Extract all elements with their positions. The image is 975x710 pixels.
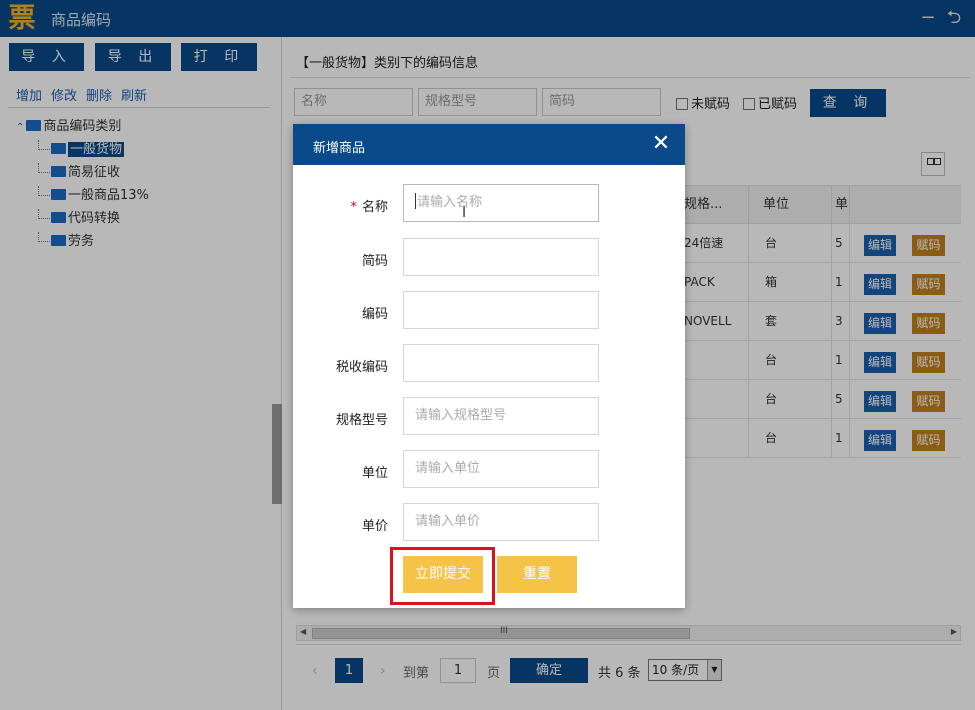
name-input[interactable]: 请输入名称 I (403, 184, 599, 222)
tax-code-input[interactable] (403, 344, 599, 382)
dialog-title: 新增商品 (313, 141, 366, 156)
code-label: 编码 (361, 307, 388, 322)
name-label-text: 名称 (361, 200, 388, 215)
short-code-label: 简码 (361, 254, 388, 269)
dialog-header: 新增商品 ✕ (293, 124, 685, 165)
required-mark: * (350, 200, 357, 215)
tax-code-label: 税收编码 (335, 360, 388, 375)
spec-input[interactable]: 请输入规格型号 (403, 397, 599, 435)
price-label: 单价 (361, 519, 388, 534)
name-label: * 名称 (293, 196, 388, 215)
short-code-input[interactable] (403, 238, 599, 276)
text-caret (415, 193, 416, 209)
code-input[interactable] (403, 291, 599, 329)
highlight-annotation (390, 547, 495, 605)
close-icon[interactable]: ✕ (649, 131, 673, 157)
add-product-dialog: 新增商品 ✕ * 名称 请输入名称 I 简码 编码 税收编码 规格型号 请输入规格型… (293, 124, 685, 608)
unit-input[interactable]: 请输入单位 (403, 450, 599, 488)
price-input[interactable]: 请输入单价 (403, 503, 599, 541)
reset-button[interactable]: 重置 (497, 556, 577, 593)
spec-label: 规格型号 (335, 413, 388, 428)
name-placeholder: 请输入名称 (417, 195, 483, 210)
ibeam-cursor-icon: I (462, 205, 467, 221)
unit-label: 单位 (361, 466, 388, 481)
